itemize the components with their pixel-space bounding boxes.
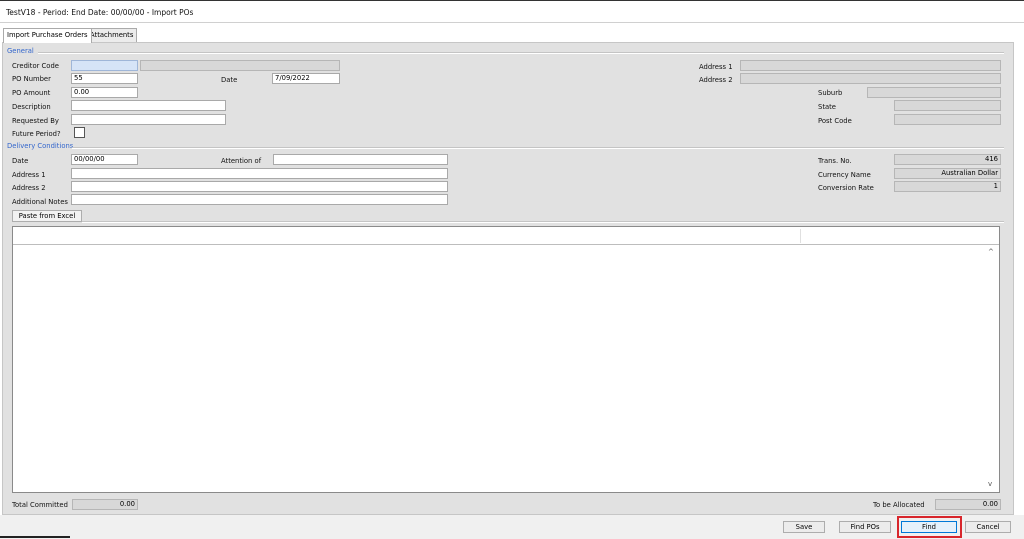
delivery-address1-input[interactable] [71, 168, 448, 179]
title-bar: TestV18 - Period: End Date: 00/00/00 - I… [0, 0, 1024, 23]
chevron-down-icon[interactable]: v [988, 480, 992, 488]
tab-attachments[interactable]: Attachments [86, 28, 138, 42]
attention-of-input[interactable] [273, 154, 448, 165]
post-code-label: Post Code [818, 117, 852, 125]
grid-column-separator [800, 229, 801, 243]
creditor-name-field [140, 60, 340, 71]
description-input[interactable] [71, 100, 226, 111]
future-period-checkbox[interactable] [74, 127, 85, 138]
post-code-field [894, 114, 1001, 125]
trans-no-field: 416 [894, 154, 1001, 165]
section-divider [38, 52, 1004, 54]
address2-field [740, 73, 1001, 84]
suburb-label: Suburb [818, 89, 843, 97]
to-be-allocated-field: 0.00 [935, 499, 1001, 510]
paste-from-excel-button[interactable]: Paste from Excel [12, 210, 82, 222]
suburb-field [867, 87, 1001, 98]
address1-label: Address 1 [699, 63, 733, 71]
tab-strip: Import Purchase Orders Attachments [0, 28, 1024, 43]
creditor-code-label: Creditor Code [12, 62, 59, 70]
section-divider [72, 147, 1004, 149]
address1-field [740, 60, 1001, 71]
delivery-date-input[interactable]: 00/00/00 [71, 154, 138, 165]
conversion-rate-field: 1 [894, 181, 1001, 192]
section-delivery-title: Delivery Conditions [7, 142, 74, 150]
po-lines-grid[interactable]: ^ v [12, 226, 1000, 493]
date-label: Date [221, 76, 238, 84]
future-period-label: Future Period? [12, 130, 61, 138]
find-pos-button[interactable]: Find POs [839, 521, 891, 533]
tab-import-purchase-orders[interactable]: Import Purchase Orders [3, 28, 92, 43]
delivery-date-label: Date [12, 157, 29, 165]
delivery-address2-input[interactable] [71, 181, 448, 192]
cancel-button[interactable]: Cancel [965, 521, 1011, 533]
currency-name-label: Currency Name [818, 171, 871, 179]
requested-by-label: Requested By [12, 117, 59, 125]
grid-top-divider [82, 221, 1004, 223]
po-number-input[interactable]: 55 [71, 73, 138, 84]
po-number-label: PO Number [12, 75, 51, 83]
po-amount-input[interactable]: 0.00 [71, 87, 138, 98]
delivery-address1-label: Address 1 [12, 171, 46, 179]
additional-notes-input[interactable] [71, 194, 448, 205]
attention-of-label: Attention of [221, 157, 262, 165]
address2-label: Address 2 [699, 76, 733, 84]
currency-name-field: Australian Dollar [894, 168, 1001, 179]
section-general-title: General [7, 47, 34, 55]
date-input[interactable]: 7/09/2022 [272, 73, 340, 84]
total-committed-field: 0.00 [72, 499, 138, 510]
total-committed-label: Total Committed [12, 501, 68, 509]
state-field [894, 100, 1001, 111]
creditor-code-input[interactable] [71, 60, 138, 71]
additional-notes-label: Additional Notes [12, 198, 68, 206]
taskbar-edge [0, 536, 70, 538]
save-button[interactable]: Save [783, 521, 825, 533]
requested-by-input[interactable] [71, 114, 226, 125]
trans-no-label: Trans. No. [818, 157, 852, 165]
grid-header [13, 227, 999, 245]
state-label: State [818, 103, 836, 111]
description-label: Description [12, 103, 51, 111]
find-button-highlight [897, 516, 962, 538]
po-amount-label: PO Amount [12, 89, 51, 97]
delivery-address2-label: Address 2 [12, 184, 46, 192]
conversion-rate-label: Conversion Rate [818, 184, 874, 192]
chevron-up-icon[interactable]: ^ [988, 248, 994, 256]
window-title: TestV18 - Period: End Date: 00/00/00 - I… [6, 8, 194, 17]
to-be-allocated-label: To be Allocated [873, 501, 925, 509]
